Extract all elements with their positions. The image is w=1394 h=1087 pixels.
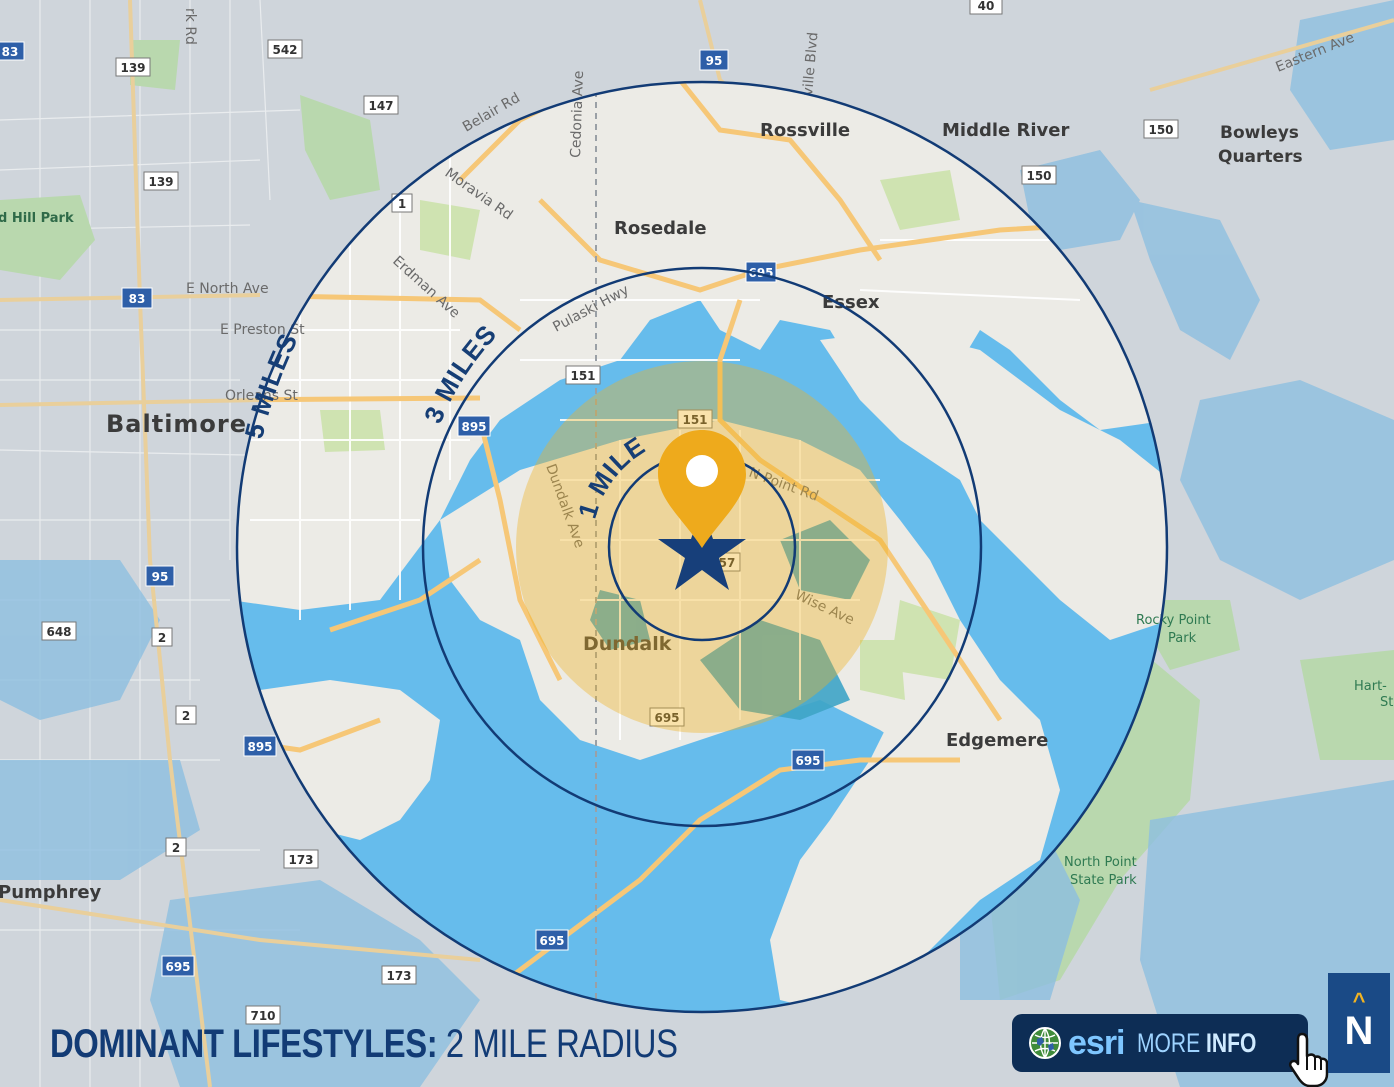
shield-648: 648 — [41, 621, 77, 641]
shield-95a: 95 — [699, 49, 729, 71]
shield-173a: 173 — [283, 849, 319, 869]
shield-95b: 95 — [145, 565, 175, 587]
svg-text:2: 2 — [182, 709, 190, 723]
park-rocky-point-2: Park — [1168, 631, 1197, 646]
shield-173b: 173 — [381, 965, 417, 985]
svg-text:895: 895 — [461, 420, 486, 434]
park-rocky-point: Rocky Point — [1136, 613, 1211, 628]
north-letter: N — [1344, 1009, 1374, 1053]
esri-logo: esri — [1068, 1023, 1125, 1062]
svg-text:695: 695 — [539, 934, 564, 948]
shield-40: 40 — [969, 0, 1003, 15]
svg-text:150: 150 — [1148, 123, 1173, 137]
svg-text:542: 542 — [272, 43, 297, 57]
svg-text:695: 695 — [795, 754, 820, 768]
svg-text:695: 695 — [165, 960, 190, 974]
road-label-e-north: E North Ave — [186, 281, 269, 297]
svg-text:139: 139 — [148, 175, 173, 189]
svg-text:2: 2 — [172, 841, 180, 855]
shield-695d: 695 — [535, 929, 569, 951]
place-edgemere: Edgemere — [946, 730, 1048, 751]
shield-695e: 695 — [161, 955, 195, 977]
svg-text:151: 151 — [570, 369, 595, 383]
shield-695c: 695 — [791, 749, 825, 771]
shield-83a: 83 — [0, 41, 25, 61]
more-info-bold: INFO — [1205, 1027, 1256, 1058]
shield-147: 147 — [363, 95, 399, 115]
shield-150a: 150 — [1143, 119, 1179, 139]
park-north-point: North Point — [1064, 855, 1137, 870]
place-hill-park: d Hill Park — [0, 211, 74, 226]
svg-text:173: 173 — [288, 853, 313, 867]
place-rosedale: Rosedale — [614, 218, 707, 239]
road-label-cedonia: Cedonia Ave — [568, 70, 587, 158]
title-light: 2 MILE RADIUS — [445, 1022, 678, 1066]
place-bowleys: Bowleys — [1220, 123, 1299, 143]
shield-542: 542 — [267, 39, 303, 59]
svg-text:95: 95 — [706, 54, 723, 68]
place-middle-river: Middle River — [942, 120, 1069, 141]
park-hart-2: St — [1380, 695, 1393, 710]
park-north-point-2: State Park — [1070, 873, 1137, 888]
shield-2a: 2 — [151, 627, 173, 647]
place-baltimore: Baltimore — [106, 410, 247, 438]
road-label-rk: rk Rd — [182, 8, 198, 45]
place-pumphrey: Pumphrey — [0, 882, 102, 903]
svg-text:83: 83 — [129, 292, 146, 306]
svg-text:139: 139 — [120, 61, 145, 75]
more-info-button[interactable]: esri MORE INFO — [1012, 1014, 1308, 1072]
svg-text:147: 147 — [368, 99, 393, 113]
more-info-label: MORE INFO — [1137, 1028, 1256, 1059]
shield-2b: 2 — [175, 705, 197, 725]
svg-text:95: 95 — [152, 570, 169, 584]
north-caret-icon: ^ — [1352, 988, 1366, 1013]
svg-text:710: 710 — [250, 1009, 275, 1023]
svg-text:895: 895 — [247, 740, 272, 754]
svg-text:173: 173 — [386, 969, 411, 983]
svg-text:2: 2 — [158, 631, 166, 645]
map-stage: rk Rd Belair Rd Cedonia Ave ville Blvd M… — [0, 0, 1394, 1087]
shield-139b: 139 — [143, 171, 179, 191]
svg-text:83: 83 — [2, 45, 19, 59]
title-strong: DOMINANT LIFESTYLES: — [50, 1022, 438, 1066]
shield-150b: 150 — [1021, 165, 1057, 185]
globe-icon — [1029, 1027, 1061, 1059]
shield-895b: 895 — [243, 735, 277, 757]
svg-text:150: 150 — [1026, 169, 1051, 183]
svg-text:648: 648 — [46, 625, 71, 639]
svg-text:1: 1 — [398, 197, 406, 211]
shield-139a: 139 — [115, 57, 151, 77]
shield-2c: 2 — [165, 837, 187, 857]
place-quarters: Quarters — [1218, 147, 1303, 167]
page-title: DOMINANT LIFESTYLES: 2 MILE RADIUS — [50, 1022, 678, 1067]
more-info-light: MORE — [1136, 1027, 1200, 1058]
shield-83b: 83 — [121, 287, 153, 309]
park-hart: Hart- — [1354, 679, 1387, 694]
svg-text:40: 40 — [978, 0, 995, 13]
place-rossville: Rossville — [760, 120, 850, 141]
map-canvas: rk Rd Belair Rd Cedonia Ave ville Blvd M… — [0, 0, 1394, 1087]
shield-895: 895 — [457, 415, 491, 437]
shield-151a: 151 — [565, 365, 601, 385]
north-arrow: ^ N — [1328, 973, 1390, 1073]
